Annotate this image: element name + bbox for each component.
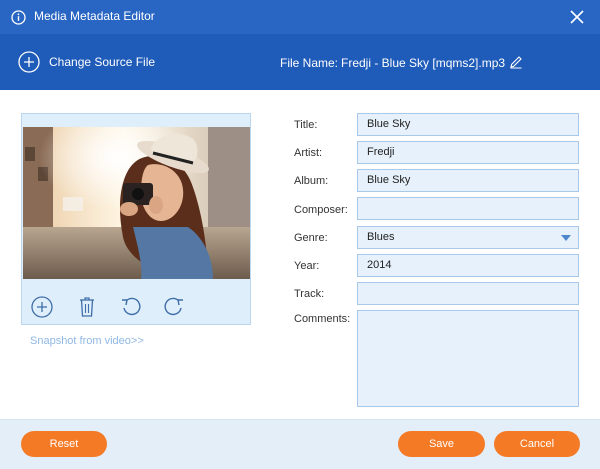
year-field[interactable]: 2014	[357, 254, 579, 277]
artist-label: Artist:	[294, 147, 323, 159]
file-toolbar: Change Source File File Name: Fredji - B…	[0, 34, 600, 90]
year-label: Year:	[294, 260, 320, 272]
comments-label: Comments:	[294, 313, 351, 325]
artist-field[interactable]: Fredji	[357, 141, 579, 164]
close-icon[interactable]	[568, 8, 586, 26]
file-name-label: File Name:	[280, 56, 339, 70]
add-circle-icon	[18, 51, 40, 73]
window-title: Media Metadata Editor	[34, 9, 155, 23]
change-source-button[interactable]: Change Source File	[18, 50, 155, 74]
change-source-label: Change Source File	[49, 55, 156, 69]
album-label: Album:	[294, 175, 329, 187]
track-label: Track:	[294, 288, 325, 300]
cover-image	[23, 127, 250, 279]
trash-icon[interactable]	[75, 295, 99, 319]
add-icon[interactable]	[30, 295, 54, 319]
chevron-down-icon[interactable]	[561, 235, 571, 241]
track-field[interactable]	[357, 282, 579, 305]
composer-field[interactable]	[357, 197, 579, 220]
title-bar: Media Metadata Editor	[0, 0, 600, 34]
genre-label: Genre:	[294, 232, 328, 244]
file-name-value: Fredji - Blue Sky [mqms2].mp3	[341, 56, 506, 70]
rotate-left-icon[interactable]	[119, 295, 143, 319]
comments-field[interactable]	[357, 310, 579, 407]
pencil-icon[interactable]	[508, 54, 524, 70]
save-button[interactable]: Save	[398, 431, 485, 457]
title-field[interactable]: Blue Sky	[357, 113, 579, 136]
composer-label: Composer:	[294, 204, 348, 216]
info-icon	[11, 10, 26, 25]
genre-select[interactable]: Blues	[357, 226, 579, 249]
album-field[interactable]: Blue Sky	[357, 169, 579, 192]
genre-value: Blues	[367, 231, 395, 243]
reset-button[interactable]: Reset	[21, 431, 107, 457]
title-label: Title:	[294, 119, 318, 131]
cover-preview-panel	[21, 113, 251, 325]
rotate-right-icon[interactable]	[162, 295, 186, 319]
snapshot-from-video-link[interactable]: Snapshot from video>>	[30, 335, 144, 347]
cancel-button[interactable]: Cancel	[494, 431, 580, 457]
